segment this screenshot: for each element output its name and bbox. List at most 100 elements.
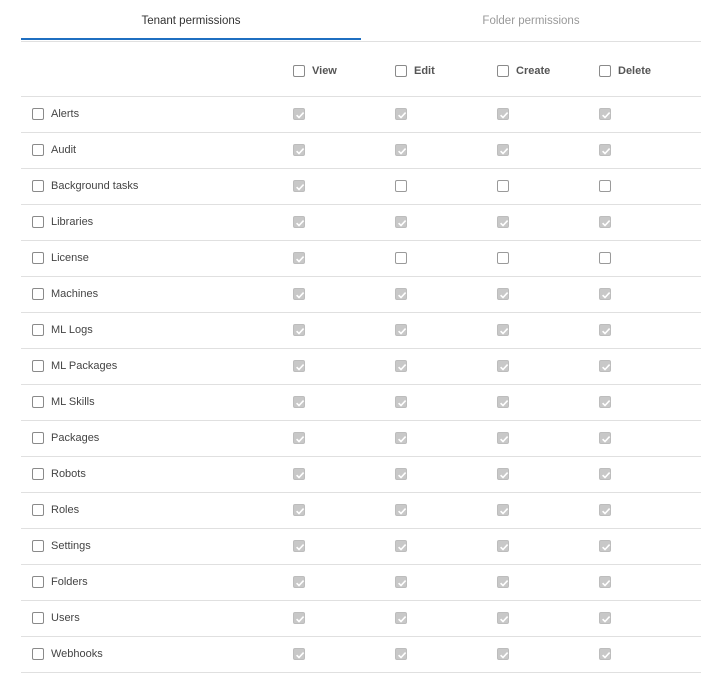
column-header-delete[interactable]: Delete <box>599 64 651 78</box>
check-icon <box>500 148 509 155</box>
view-permission-checkbox <box>293 108 305 120</box>
delete-permission-checkbox <box>599 612 611 624</box>
row-select[interactable]: Webhooks <box>32 648 103 660</box>
check-icon <box>296 616 305 623</box>
permission-name: Users <box>51 612 80 624</box>
check-icon <box>296 328 305 335</box>
row-select[interactable]: Machines <box>32 288 98 300</box>
edit-permission-checkbox[interactable] <box>395 252 407 264</box>
delete-permission-checkbox <box>599 648 611 660</box>
permission-name: ML Packages <box>51 360 118 372</box>
row-select[interactable]: Folders <box>32 576 88 588</box>
row-select[interactable]: License <box>32 252 89 264</box>
check-icon <box>602 508 611 515</box>
row-select-checkbox[interactable] <box>32 324 44 336</box>
tab-folder-permissions[interactable]: Folder permissions <box>361 0 701 40</box>
check-icon <box>398 652 407 659</box>
row-select-checkbox[interactable] <box>32 648 44 660</box>
row-select-checkbox[interactable] <box>32 576 44 588</box>
row-select[interactable]: Packages <box>32 432 99 444</box>
row-select-checkbox[interactable] <box>32 252 44 264</box>
column-header-edit[interactable]: Edit <box>395 64 435 78</box>
view-permission-checkbox <box>293 648 305 660</box>
permission-name: Webhooks <box>51 648 103 660</box>
edit-permission-checkbox[interactable] <box>395 180 407 192</box>
check-icon <box>602 148 611 155</box>
row-select-checkbox[interactable] <box>32 288 44 300</box>
table-row: Background tasks <box>21 169 701 205</box>
check-icon <box>398 472 407 479</box>
row-select[interactable]: Audit <box>32 144 76 156</box>
edit-permission-checkbox <box>395 324 407 336</box>
create-permission-checkbox <box>497 108 509 120</box>
row-select-checkbox[interactable] <box>32 540 44 552</box>
delete-permission-checkbox <box>599 432 611 444</box>
create-permission-checkbox <box>497 540 509 552</box>
row-select-checkbox[interactable] <box>32 108 44 120</box>
row-select-checkbox[interactable] <box>32 144 44 156</box>
row-select[interactable]: ML Logs <box>32 324 93 336</box>
delete-permission-checkbox <box>599 396 611 408</box>
table-row: Alerts <box>21 97 701 133</box>
column-header-create[interactable]: Create <box>497 64 550 78</box>
row-select[interactable]: Alerts <box>32 108 79 120</box>
table-row: Roles <box>21 493 701 529</box>
create-permission-checkbox <box>497 432 509 444</box>
row-select-checkbox[interactable] <box>32 180 44 192</box>
check-icon <box>398 544 407 551</box>
delete-permission-checkbox <box>599 540 611 552</box>
create-permission-checkbox <box>497 504 509 516</box>
permission-name: License <box>51 252 89 264</box>
check-icon <box>398 220 407 227</box>
create-permission-checkbox[interactable] <box>497 252 509 264</box>
table-row: ML Logs <box>21 313 701 349</box>
row-select-checkbox[interactable] <box>32 612 44 624</box>
check-icon <box>296 652 305 659</box>
row-select[interactable]: Background tasks <box>32 180 138 192</box>
row-select[interactable]: Libraries <box>32 216 93 228</box>
row-select[interactable]: Roles <box>32 504 79 516</box>
row-select[interactable]: Users <box>32 612 80 624</box>
edit-permission-checkbox <box>395 108 407 120</box>
row-select[interactable]: ML Packages <box>32 360 117 372</box>
row-select-checkbox[interactable] <box>32 432 44 444</box>
check-icon <box>296 364 305 371</box>
delete-permission-checkbox[interactable] <box>599 252 611 264</box>
edit-permission-checkbox <box>395 360 407 372</box>
row-select-checkbox[interactable] <box>32 360 44 372</box>
check-icon <box>398 580 407 587</box>
delete-permission-checkbox[interactable] <box>599 180 611 192</box>
create-permission-checkbox <box>497 288 509 300</box>
create-permission-checkbox[interactable] <box>497 180 509 192</box>
check-icon <box>602 292 611 299</box>
row-select[interactable]: Robots <box>32 468 86 480</box>
column-label-create: Create <box>516 65 551 77</box>
table-row: Folders <box>21 565 701 601</box>
view-permission-checkbox <box>293 540 305 552</box>
select-all-create-checkbox[interactable] <box>497 65 509 77</box>
row-select-checkbox[interactable] <box>32 216 44 228</box>
edit-permission-checkbox <box>395 504 407 516</box>
row-select[interactable]: Settings <box>32 540 91 552</box>
check-icon <box>296 400 305 407</box>
row-select-checkbox[interactable] <box>32 504 44 516</box>
create-permission-checkbox <box>497 396 509 408</box>
select-all-delete-checkbox[interactable] <box>599 65 611 77</box>
check-icon <box>602 616 611 623</box>
row-select-checkbox[interactable] <box>32 468 44 480</box>
select-all-edit-checkbox[interactable] <box>395 65 407 77</box>
check-icon <box>296 292 305 299</box>
column-label-delete: Delete <box>618 65 652 77</box>
select-all-view-checkbox[interactable] <box>293 65 305 77</box>
row-select-checkbox[interactable] <box>32 396 44 408</box>
check-icon <box>398 508 407 515</box>
table-row: Settings <box>21 529 701 565</box>
column-header-view[interactable]: View <box>293 64 337 78</box>
check-icon <box>296 508 305 515</box>
check-icon <box>500 580 509 587</box>
view-permission-checkbox <box>293 144 305 156</box>
row-select[interactable]: ML Skills <box>32 396 95 408</box>
create-permission-checkbox <box>497 648 509 660</box>
tab-tenant-permissions[interactable]: Tenant permissions <box>21 0 361 40</box>
delete-permission-checkbox <box>599 288 611 300</box>
